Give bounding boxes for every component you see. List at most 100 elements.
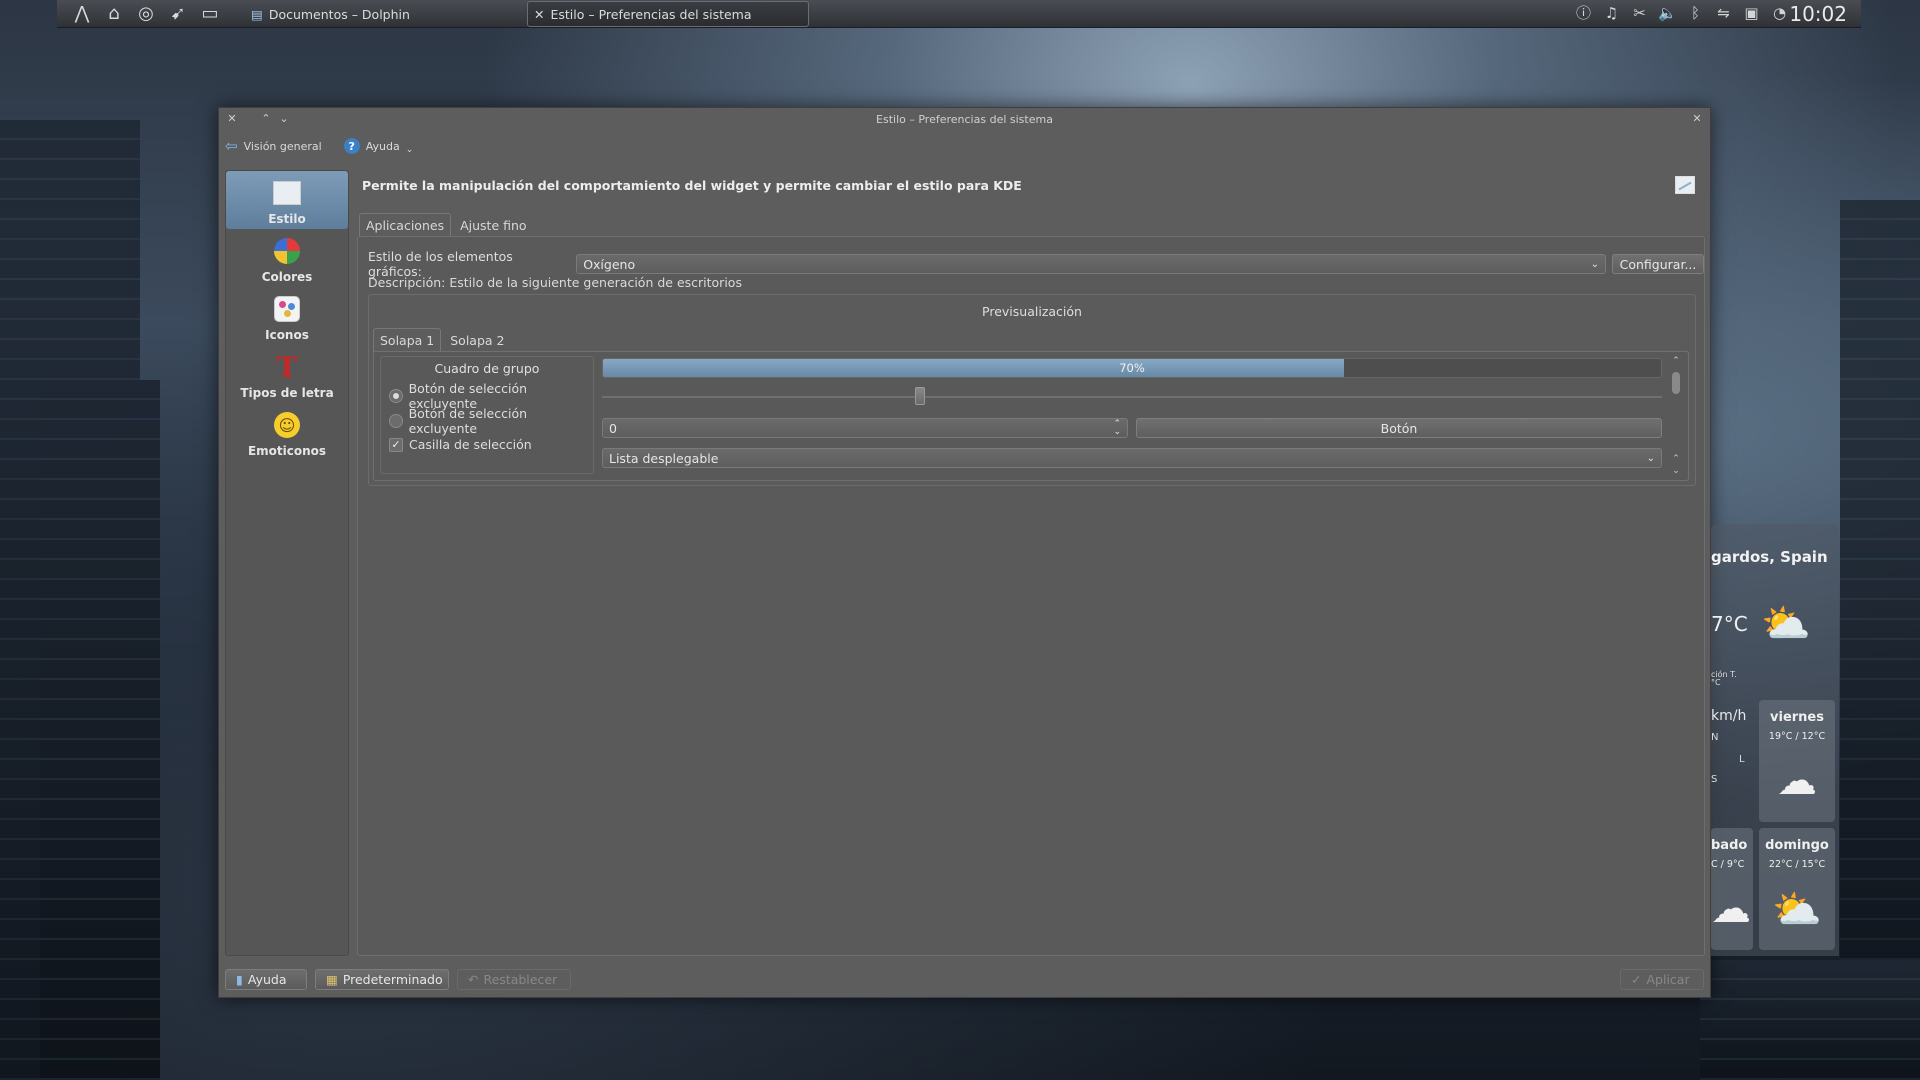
weather-temperature: 7°C xyxy=(1711,612,1748,636)
window-tools-icon[interactable]: ✕ xyxy=(1690,112,1704,126)
sun-cloud-icon: ⛅ xyxy=(1772,887,1822,933)
tab-aplicaciones[interactable]: Aplicaciones xyxy=(359,213,452,237)
scroll-thumb[interactable] xyxy=(1672,372,1680,394)
chevron-down-icon: ⌄ xyxy=(1646,452,1655,464)
background-tower xyxy=(1840,200,1920,1080)
radio-button[interactable] xyxy=(389,389,403,403)
weather-wind-speed: km/h xyxy=(1711,708,1747,724)
window-title: Estilo – Preferencias del sistema xyxy=(876,112,1053,126)
sidebar-item-style[interactable]: Estilo xyxy=(226,171,348,229)
wifi-icon[interactable]: ◔ xyxy=(1770,3,1789,22)
button-bar: ▮ Ayuda ▦ Predeterminado ↶ Restablecer ✓… xyxy=(225,969,1704,991)
wind-direction-s: S xyxy=(1711,774,1718,785)
back-arrow-icon: ⇦ xyxy=(225,137,238,155)
forecast-day: domingo xyxy=(1765,838,1829,853)
preview-button[interactable]: Botón xyxy=(1136,418,1662,438)
task-system-settings[interactable]: ✕ Estilo – Preferencias del sistema xyxy=(527,1,809,27)
background-tower xyxy=(40,380,160,1080)
help-label: Ayuda xyxy=(365,139,400,153)
current-weather-icon: ⛅ xyxy=(1761,601,1811,647)
radio-label: Botón de selección excluyente xyxy=(408,406,528,436)
help-menu-button[interactable]: ? Ayuda ⌄ xyxy=(343,137,414,155)
app-menu-icon[interactable]: ⋀ xyxy=(71,3,93,25)
forecast-day: viernes xyxy=(1770,710,1824,725)
sidebar-item-label: Estilo xyxy=(268,212,306,226)
task-label: Estilo – Preferencias del sistema xyxy=(550,6,752,22)
progress-bar: 70% xyxy=(602,358,1662,378)
help-icon: ? xyxy=(343,138,360,154)
home-icon[interactable]: ⌂ xyxy=(103,3,125,25)
wind-direction-n: N xyxy=(1711,732,1719,743)
wind-direction-l: L xyxy=(1739,754,1745,765)
folder-icon: ▤ xyxy=(251,6,263,22)
weather-widget: gardos, Spain 7°C ción T. °C km/h N L S … xyxy=(1711,524,1839,956)
settings-tools-icon: ✕ xyxy=(534,6,545,22)
tab-solapa-1[interactable]: Solapa 1 xyxy=(373,328,442,352)
sidebar-item-label: Iconos xyxy=(265,328,309,342)
defaults-button[interactable]: ▦ Predeterminado xyxy=(315,969,449,990)
sidebar-item-emoticons[interactable]: ☺ Emoticonos xyxy=(226,403,348,461)
battery-icon[interactable]: ▣ xyxy=(1742,3,1761,22)
radio-button[interactable] xyxy=(389,414,403,428)
system-settings-window: ✕ ⌃ ⌄ Estilo – Preferencias del sistema … xyxy=(218,107,1711,998)
tab-ajuste-fino[interactable]: Ajuste fino xyxy=(453,213,533,237)
task-dolphin[interactable]: ▤ Documentos – Dolphin xyxy=(245,1,527,27)
rain-cloud-icon: ☁ xyxy=(1777,758,1817,804)
slider-handle[interactable] xyxy=(915,387,925,405)
chevron-down-icon[interactable]: ⌄ xyxy=(277,112,291,126)
sidebar-item-icons[interactable]: Iconos xyxy=(226,287,348,345)
forecast-range: C / 9°C xyxy=(1711,859,1745,870)
bluetooth-icon[interactable]: ᛒ xyxy=(1686,3,1705,22)
help-button-label: Ayuda xyxy=(247,972,287,987)
style-module-icon xyxy=(1675,176,1695,194)
sidebar-item-fonts[interactable]: T Tipos de letra xyxy=(226,345,348,403)
volume-icon[interactable]: 🔈 xyxy=(1658,3,1677,22)
forecast-day: bado xyxy=(1711,838,1748,853)
scroll-down-icon[interactable]: ⌄ xyxy=(1670,466,1682,476)
tools-icon[interactable]: ✂ xyxy=(1630,3,1649,22)
rain-cloud-icon: ☁ xyxy=(1711,886,1751,932)
preview-dropdown[interactable]: Lista desplegable ⌄ xyxy=(602,448,1662,468)
forecast-card: bado C / 9°C ☁ xyxy=(1711,828,1753,950)
clock[interactable]: 10:02 xyxy=(1789,2,1847,26)
help-book-icon: ▮ xyxy=(236,972,243,987)
background-tower xyxy=(1700,960,1920,1080)
tab-solapa-2[interactable]: Solapa 2 xyxy=(443,328,511,352)
checkbox[interactable]: ✓ xyxy=(389,437,403,452)
dropdown-value: Lista desplegable xyxy=(609,450,719,466)
preview-tabs: Solapa 1 Solapa 2 xyxy=(373,328,512,352)
help-button[interactable]: ▮ Ayuda xyxy=(225,969,307,990)
title-bar: ✕ ⌃ ⌄ Estilo – Preferencias del sistema … xyxy=(219,108,1710,130)
close-icon[interactable]: ✕ xyxy=(225,112,239,126)
emoticons-icon: ☺ xyxy=(272,410,302,440)
spin-box[interactable]: 0 ⌃ ⌄ xyxy=(602,418,1128,438)
link-icon[interactable]: ⇋ xyxy=(1714,3,1733,22)
style-module: Permite la manipulación del comportamien… xyxy=(357,170,1705,956)
widget-style-combo[interactable]: Oxígeno ⌄ xyxy=(576,254,1606,274)
browser-icon[interactable]: ◎ xyxy=(135,3,157,25)
sidebar-item-colors[interactable]: Colores xyxy=(226,229,348,287)
reset-button[interactable]: ↶ Restablecer xyxy=(457,969,571,990)
info-icon[interactable]: ⓘ xyxy=(1574,3,1593,22)
task-label: Documentos – Dolphin xyxy=(268,6,410,22)
preview-group: Previsualización Solapa 1 Solapa 2 Cuadr… xyxy=(368,294,1696,486)
checkbox-option[interactable]: ✓ Casilla de selección xyxy=(389,437,532,452)
top-panel: ⋀ ⌂ ◎ ➹ ▭ ▤ Documentos – Dolphin ✕ Estil… xyxy=(57,0,1861,28)
compass-icon[interactable]: ➹ xyxy=(167,3,189,25)
apply-button[interactable]: ✓ Aplicar xyxy=(1620,969,1704,990)
style-description: Descripción: Estilo de la siguiente gene… xyxy=(368,275,742,290)
chevron-up-icon[interactable]: ⌃ xyxy=(259,112,273,126)
overview-button[interactable]: ⇦ Visión general xyxy=(225,137,322,155)
terminal-icon[interactable]: ▭ xyxy=(199,3,221,25)
scroll-up-icon[interactable]: ⌃ xyxy=(1670,454,1682,464)
music-icon[interactable]: ♫ xyxy=(1602,3,1621,22)
weather-detail: °C xyxy=(1711,678,1721,687)
scroll-up-icon[interactable]: ⌃ xyxy=(1670,356,1682,366)
slider-track[interactable] xyxy=(602,396,1662,398)
radio-option-2[interactable]: Botón de selección excluyente xyxy=(389,406,593,436)
module-description: Permite la manipulación del comportamien… xyxy=(362,178,1022,193)
dropdown-arrow-icon: ⌄ xyxy=(405,145,414,155)
vertical-scrollbar[interactable]: ⌃ ⌃ ⌄ xyxy=(1670,356,1682,476)
configure-button[interactable]: Configurar... xyxy=(1612,254,1704,274)
reset-button-label: Restablecer xyxy=(483,972,558,987)
